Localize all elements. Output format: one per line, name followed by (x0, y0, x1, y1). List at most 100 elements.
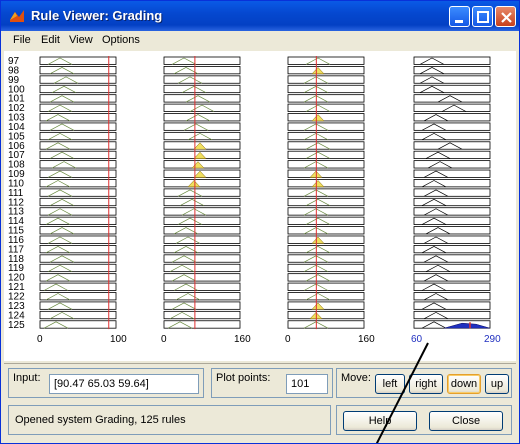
button-panel: Help Close (336, 405, 512, 435)
rule-cell (287, 141, 365, 150)
move-left-button[interactable]: left (375, 374, 405, 394)
rule-cell (39, 263, 117, 273)
rule-cell (163, 254, 241, 263)
close-window-button[interactable] (495, 6, 516, 27)
rule-cell (287, 301, 365, 310)
rule-cell (39, 75, 117, 84)
rule-cell (287, 103, 365, 112)
input-label: Input: (13, 372, 41, 384)
rule-cell (39, 179, 117, 188)
rule-cell (163, 75, 241, 84)
rule-cell (39, 113, 117, 122)
rule-cell (287, 179, 365, 188)
rule-number-label: 125 (8, 320, 25, 331)
move-panel: Move: left right down up (336, 368, 512, 398)
menu-options[interactable]: Options (102, 34, 140, 46)
rule-cell (39, 131, 117, 141)
rule-cell (163, 131, 241, 141)
control-panel-top: Input: [90.47 65.03 59.64] Plot points: … (4, 363, 516, 401)
rule-cell (163, 188, 241, 197)
move-right-button[interactable]: right (409, 374, 443, 394)
rule-cell (287, 169, 365, 178)
axis-max-label: 160 (234, 334, 251, 345)
rule-cell (163, 179, 241, 188)
axis-min-label: 0 (285, 334, 291, 345)
rule-cell (39, 207, 117, 216)
menu-file[interactable]: File (13, 34, 31, 46)
plot-points-field[interactable]: 101 (286, 374, 328, 394)
axis-min-label: 60 (411, 334, 423, 345)
rule-cell (39, 244, 117, 254)
rule-cell (39, 141, 117, 150)
rule-cell (39, 169, 117, 178)
close-button[interactable]: Close (429, 411, 503, 431)
rule-cell (413, 56, 491, 65)
axis-min-label: 0 (37, 334, 43, 345)
axis-min-label: 0 (161, 334, 167, 345)
rule-cell (287, 310, 365, 320)
rule-plot-area[interactable]: 97 98 99 100 101 102 103 104 105 106 107 108 109 110 1… (4, 51, 516, 361)
minimize-button[interactable] (449, 6, 470, 27)
rule-cell (287, 292, 365, 301)
rule-cell (163, 56, 241, 65)
rule-cell (163, 301, 241, 310)
rule-cell (413, 141, 491, 150)
window-title: Rule Viewer: Grading (31, 8, 163, 23)
rule-cell (39, 273, 117, 282)
rule-cell (287, 66, 365, 75)
rule-cell (39, 235, 117, 244)
title-bar[interactable]: Rule Viewer: Grading (1, 1, 519, 31)
rule-cell (413, 131, 491, 141)
plot-points-panel: Plot points: 101 (211, 368, 333, 398)
rule-cell (287, 235, 365, 244)
rule-cell (287, 56, 365, 65)
axis-max-label: 290 (484, 334, 501, 345)
minimize-icon (455, 20, 463, 23)
rule-cell (39, 84, 117, 94)
rule-cell (413, 301, 491, 310)
rule-cell (413, 197, 491, 207)
rule-cell (39, 56, 117, 65)
menu-view[interactable]: View (69, 34, 93, 46)
rule-cell (39, 292, 117, 301)
close-icon (501, 12, 512, 23)
rule-cell (163, 292, 241, 301)
rule-cell (413, 75, 491, 84)
rule-cell (39, 103, 117, 112)
rule-cell (163, 310, 241, 320)
move-up-button[interactable]: up (485, 374, 509, 394)
maximize-button[interactable] (472, 6, 493, 27)
rule-cell (287, 244, 365, 254)
rule-cell (413, 122, 491, 131)
rule-cell (413, 282, 491, 291)
rule-cell (413, 179, 491, 188)
rule-cell (413, 94, 491, 103)
rule-cell (163, 273, 241, 282)
help-button[interactable]: Help (343, 411, 417, 431)
menu-edit[interactable]: Edit (41, 34, 60, 46)
rule-cell (413, 263, 491, 273)
axis-max-label: 100 (110, 334, 127, 345)
rule-cell (413, 150, 491, 160)
rules-svg[interactable]: 9798991001011021031041051061071081091101… (4, 51, 516, 361)
input-vector-field[interactable]: [90.47 65.03 59.64] (49, 374, 199, 394)
rule-cell (413, 160, 491, 169)
matlab-icon (10, 10, 24, 22)
status-bar: Opened system Grading, 125 rules (8, 405, 331, 435)
rule-cell (39, 301, 117, 310)
rule-cell (163, 94, 241, 103)
rule-cell (287, 197, 365, 207)
input-panel: Input: [90.47 65.03 59.64] (8, 368, 204, 398)
rule-cell (287, 216, 365, 225)
rule-cell (39, 160, 117, 169)
rule-cell (413, 103, 491, 112)
rule-cell (287, 113, 365, 122)
move-label: Move: (341, 372, 371, 384)
rule-viewer-window: Rule Viewer: Grading File Edit View Opti… (0, 0, 520, 444)
rule-cell (163, 122, 241, 131)
rule-cell (413, 244, 491, 254)
rule-cell (163, 216, 241, 225)
move-down-button[interactable]: down (447, 374, 481, 394)
rule-cell (39, 188, 117, 197)
rule-cell (287, 273, 365, 282)
